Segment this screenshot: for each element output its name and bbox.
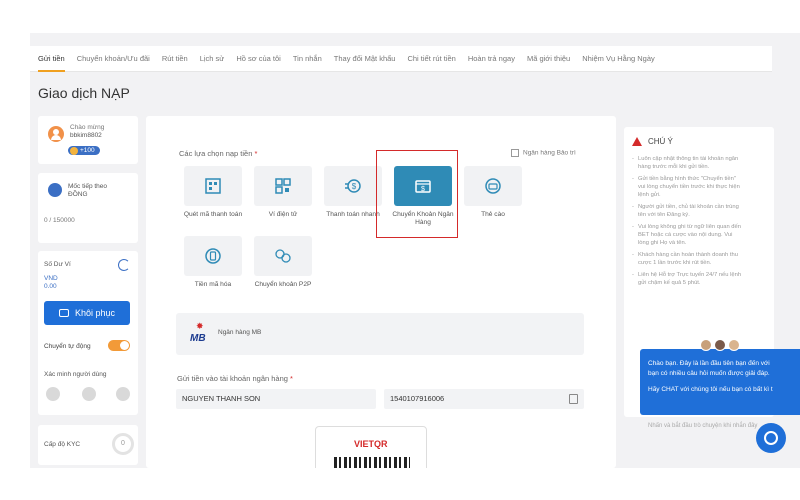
tab-2[interactable]: Rút tiền	[162, 46, 188, 72]
option-scratch-card-label: Thẻ cào	[481, 211, 505, 218]
calendar-icon	[511, 149, 519, 157]
tab-4[interactable]: Hồ sơ của tôi	[236, 46, 281, 72]
verify-phone-icon[interactable]	[46, 387, 60, 401]
restore-button[interactable]: Khôi phục	[44, 301, 130, 325]
notice-item: Người gửi tiền, chủ tài khoản cần trùng …	[632, 203, 742, 219]
notice-title: CHÚ Ý	[648, 137, 673, 146]
option-qr-scan-label: Quét mã thanh toán	[183, 211, 243, 218]
balance-amount: 0.00	[44, 283, 57, 290]
kyc-label: Cấp độ KYC	[44, 441, 81, 448]
level-icon	[48, 183, 62, 197]
deposit-panel: Các lựa chọn nạp tiền * Ngân hàng Bảo tr…	[146, 116, 616, 468]
level-unit: ĐỒNG	[68, 191, 88, 198]
option-p2p-label: Chuyển khoản P2P	[254, 281, 312, 288]
agent-avatar	[700, 339, 712, 351]
vietqr-logo: VIETQR	[354, 439, 388, 449]
tab-6[interactable]: Thay đổi Mật khẩu	[334, 46, 396, 72]
p2p-icon	[275, 249, 291, 263]
bank-name: Ngân hàng MB	[218, 329, 262, 336]
chat-line-2: bạn có nhiều câu hỏi muốn được giải đáp.	[648, 370, 770, 377]
crypto-icon	[205, 248, 221, 264]
chat-input[interactable]: Nhấn và bắt đầu trò chuyện khi nhắn đây	[648, 423, 757, 429]
avatar[interactable]	[48, 126, 64, 142]
star-icon: ✸	[196, 321, 204, 331]
option-qr-scan[interactable]	[184, 166, 242, 206]
notice-item: Vui lòng không ghi từ ngữ liên quan đến …	[632, 223, 742, 247]
greeting: Chào mừng	[70, 124, 105, 131]
option-p2p[interactable]	[254, 236, 312, 276]
auto-transfer-toggle[interactable]	[108, 340, 130, 351]
copy-icon[interactable]	[569, 394, 578, 404]
coin-icon	[70, 147, 78, 155]
option-fast-pay[interactable]: $	[324, 166, 382, 206]
verify-id-icon[interactable]	[116, 387, 130, 401]
selected-highlight-box	[376, 150, 458, 238]
option-crypto[interactable]	[184, 236, 242, 276]
wallet-icon	[58, 309, 69, 317]
tab-5[interactable]: Tin nhắn	[293, 46, 322, 72]
option-ewallet-label: Ví điện tử	[268, 211, 298, 218]
restore-label: Khôi phục	[74, 308, 116, 318]
chat-button[interactable]	[756, 423, 786, 453]
verify-card: Xác minh người dùng	[38, 363, 138, 415]
verify-label: Xác minh người dùng	[44, 371, 107, 378]
chat-popup[interactable]: Chào bạn. Đây là lần đầu tiên bạn đến vớ…	[640, 339, 800, 415]
balance-currency: VND	[44, 275, 58, 282]
verify-email-icon[interactable]	[82, 387, 96, 401]
username: bbkim8802	[70, 132, 102, 139]
tab-7[interactable]: Chi tiết rút tiền	[407, 46, 455, 72]
account-label: Gửi tiền vào tài khoản ngân hàng *	[177, 374, 293, 383]
tab-8[interactable]: Hoàn trả ngay	[468, 46, 515, 72]
agent-avatars	[700, 339, 740, 351]
app-frame: Gửi tiền Chuyển khoản/Ưu đãi Rút tiền Lịch …	[30, 33, 800, 468]
options-label: Các lựa chọn nạp tiền *	[179, 149, 258, 158]
level-card: Mốc tiếp theo ĐỒNG 0 / 150000	[38, 173, 138, 243]
mb-bank-logo: ✸ MB	[190, 321, 212, 347]
scratch-card-icon	[485, 178, 501, 194]
mb-logo-text: MB	[190, 333, 206, 344]
qr-card: VIETQR	[315, 426, 427, 468]
notice-item: Luôn cập nhật thông tin tài khoản ngân h…	[632, 155, 742, 171]
notice-item: Liên hệ Hỗ trợ Trực tuyến 24/7 nếu lệnh …	[632, 271, 742, 287]
kyc-card: Cấp độ KYC 0	[38, 425, 138, 465]
option-scratch-card[interactable]	[464, 166, 522, 206]
option-ewallet[interactable]	[254, 166, 312, 206]
kyc-level-badge: 0	[112, 433, 134, 455]
notice-item: Gửi tiền bằng hình thức "Chuyển tiền" vu…	[632, 175, 742, 199]
level-label: Mốc tiếp theo	[68, 183, 108, 190]
notice-list: Luôn cập nhật thông tin tài khoản ngân h…	[632, 155, 742, 291]
agent-avatar	[728, 339, 740, 351]
refresh-icon[interactable]	[118, 259, 130, 271]
agent-avatar	[714, 339, 726, 351]
chat-icon	[764, 431, 778, 445]
tab-3[interactable]: Lịch sử	[200, 46, 225, 72]
fast-pay-icon: $	[345, 179, 361, 193]
tab-10[interactable]: Nhiệm Vụ Hằng Ngày	[582, 46, 655, 72]
tab-0[interactable]: Gửi tiền	[38, 46, 65, 72]
qr-wallet-icon	[275, 178, 291, 194]
qr-scan-icon	[205, 178, 221, 194]
chat-line-3: Hãy CHAT với chúng tôi nếu bạn có bất kì…	[648, 386, 773, 393]
account-number-field[interactable]: 1540107916006	[384, 389, 584, 409]
nav-tabs: Gửi tiền Chuyển khoản/Ưu đãi Rút tiền Lịch …	[30, 46, 772, 72]
auto-transfer-label: Chuyển tự động	[44, 343, 91, 350]
account-name-field[interactable]: NGUYEN THANH SON	[176, 389, 376, 409]
account-number-value: 1540107916006	[390, 394, 445, 403]
balance-label: Số Dư Ví	[44, 261, 71, 268]
notice-item: Khách hàng cần hoàn thành doanh thu cược…	[632, 251, 742, 267]
tab-1[interactable]: Chuyển khoản/Ưu đãi	[77, 46, 150, 72]
warning-icon	[632, 137, 642, 146]
points-badge: +100	[68, 146, 100, 155]
profile-card: Chào mừng bbkim8802 +100	[38, 116, 138, 164]
bank-select[interactable]: ✸ MB Ngân hàng MB	[176, 313, 584, 355]
option-crypto-label: Tiền mã hóa	[194, 281, 232, 288]
page-title: Giao dịch NẠP	[38, 85, 130, 101]
points-value: +100	[80, 147, 95, 154]
tab-9[interactable]: Mã giới thiệu	[527, 46, 570, 72]
chat-line-1: Chào bạn. Đây là lần đầu tiên bạn đến vớ…	[648, 360, 770, 367]
level-progress: 0 / 150000	[44, 217, 75, 224]
svg-text:$: $	[352, 182, 357, 191]
maintenance-banks-link[interactable]: Ngân hàng Bảo trì	[511, 149, 576, 157]
qr-code	[334, 457, 410, 468]
